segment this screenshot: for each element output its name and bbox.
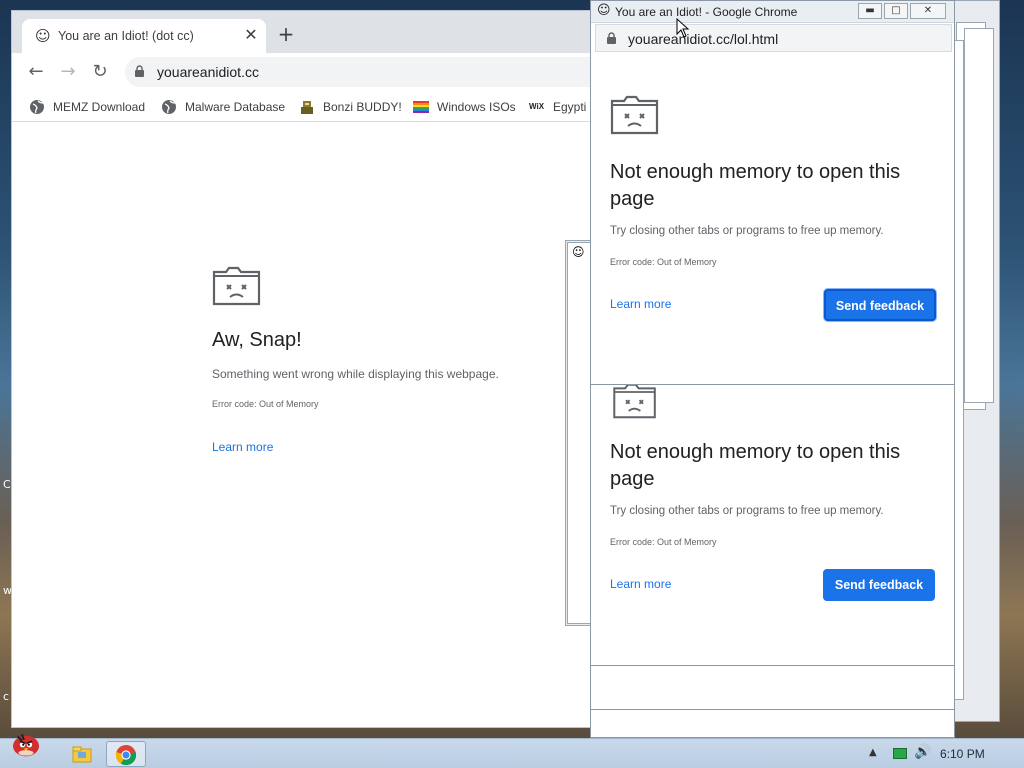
close-button[interactable]: ✕ <box>910 3 946 19</box>
windows-flag-icon <box>413 101 429 113</box>
error-message: Try closing other tabs or programs to fr… <box>610 505 884 517</box>
chrome-taskbar-button[interactable] <box>106 741 146 767</box>
error-code: Error code: Out of Memory <box>610 537 717 547</box>
tab-youareanidiot[interactable]: ☺ You are an Idiot! (dot cc) ✕ <box>22 19 266 53</box>
bookmarks-bar: MEMZ Download Malware Database Bonzi BUD… <box>12 91 600 122</box>
error-message: Try closing other tabs or programs to fr… <box>610 225 884 237</box>
window-divider <box>591 665 954 666</box>
mouse-cursor-icon <box>676 18 690 38</box>
bookmark-egypt[interactable]: WiX Egypti <box>529 97 586 117</box>
address-bar[interactable]: youareanidiot.cc <box>125 57 600 87</box>
main-browser-window: ☺ You are an Idiot! (dot cc) ✕ + ← → ↻ y… <box>11 10 601 728</box>
volume-icon[interactable]: 🔊 <box>914 744 931 760</box>
globe-icon <box>30 100 44 114</box>
background-window-stack <box>964 28 994 403</box>
sad-tab-icon <box>212 266 261 306</box>
window-title-bar: ☺ You are an Idiot! - Google Chrome ▬ □ … <box>591 1 954 23</box>
sad-tab-icon <box>610 95 659 135</box>
url-text: youareanidiot.cc/lol.html <box>628 31 779 47</box>
toolbar: ← → ↻ youareanidiot.cc <box>12 53 600 91</box>
forward-icon[interactable]: → <box>55 59 81 85</box>
bookmark-windows-isos[interactable]: Windows ISOs <box>413 97 516 117</box>
window-divider <box>591 709 954 710</box>
smiley-icon: ☺ <box>35 27 51 45</box>
minimize-button[interactable]: ▬ <box>858 3 882 19</box>
send-feedback-button[interactable]: Send feedback <box>823 569 935 601</box>
learn-more-link[interactable]: Learn more <box>610 577 671 591</box>
popup-window-back: Not enough memory to open this page Try … <box>590 370 955 738</box>
window-title: You are an Idiot! - Google Chrome <box>615 5 798 19</box>
globe-icon <box>162 100 176 114</box>
bookmark-label: Windows ISOs <box>437 100 516 114</box>
show-hidden-icons-icon[interactable]: ▲ <box>869 747 877 758</box>
back-icon[interactable]: ← <box>23 59 49 85</box>
tab-strip: ☺ You are an Idiot! (dot cc) ✕ + <box>12 11 600 53</box>
bookmark-label: Egypti <box>553 100 587 114</box>
new-tab-button[interactable]: + <box>275 23 297 45</box>
start-button-angry-bird-icon[interactable] <box>2 731 50 757</box>
send-feedback-button[interactable]: Send feedback <box>824 289 936 321</box>
bookmark-malware-database[interactable]: Malware Database <box>161 97 285 117</box>
chrome-icon <box>115 745 137 766</box>
desktop-icon-label: c <box>3 690 10 703</box>
error-title: Aw, Snap! <box>212 329 302 351</box>
sad-tab-icon <box>613 383 656 419</box>
error-code: Error code: Out of Memory <box>610 257 717 267</box>
reload-icon[interactable]: ↻ <box>87 59 113 85</box>
desktop-icon-label: C <box>3 478 11 491</box>
learn-more-link[interactable]: Learn more <box>212 440 273 454</box>
maximize-button[interactable]: □ <box>884 3 908 19</box>
lock-icon <box>135 65 144 77</box>
bookmark-memz[interactable]: MEMZ Download <box>29 97 145 117</box>
bookmark-bonzi-buddy[interactable]: Bonzi BUDDY! <box>299 97 402 117</box>
taskbar: ▲ 🔊 6:10 PM <box>0 734 1024 768</box>
network-icon[interactable] <box>893 748 907 759</box>
error-code: Error code: Out of Memory <box>212 399 319 409</box>
error-title: Not enough memory to open this page <box>610 441 901 490</box>
popup-window-front: ☺ You are an Idiot! - Google Chrome ▬ □ … <box>590 0 955 385</box>
url-text: youareanidiot.cc <box>157 64 259 80</box>
lock-icon <box>607 32 616 44</box>
address-bar[interactable]: youareanidiot.cc/lol.html <box>595 24 952 52</box>
wix-icon: WiX <box>529 102 545 111</box>
close-icon[interactable]: ✕ <box>240 24 262 46</box>
tab-title: You are an Idiot! (dot cc) <box>58 29 194 43</box>
error-title: Not enough memory to open this page <box>610 161 901 210</box>
clock[interactable]: 6:10 PM <box>940 747 985 761</box>
bookmark-label: Malware Database <box>185 100 286 114</box>
bonzi-icon <box>301 101 313 114</box>
bookmark-label: MEMZ Download <box>53 100 146 114</box>
learn-more-link[interactable]: Learn more <box>610 297 671 311</box>
smiley-icon: ☺ <box>597 3 611 18</box>
bookmark-label: Bonzi BUDDY! <box>323 100 402 114</box>
file-explorer-icon[interactable] <box>70 741 94 767</box>
smiley-icon: ☺ <box>572 245 585 259</box>
error-message: Something went wrong while displaying th… <box>212 367 499 381</box>
